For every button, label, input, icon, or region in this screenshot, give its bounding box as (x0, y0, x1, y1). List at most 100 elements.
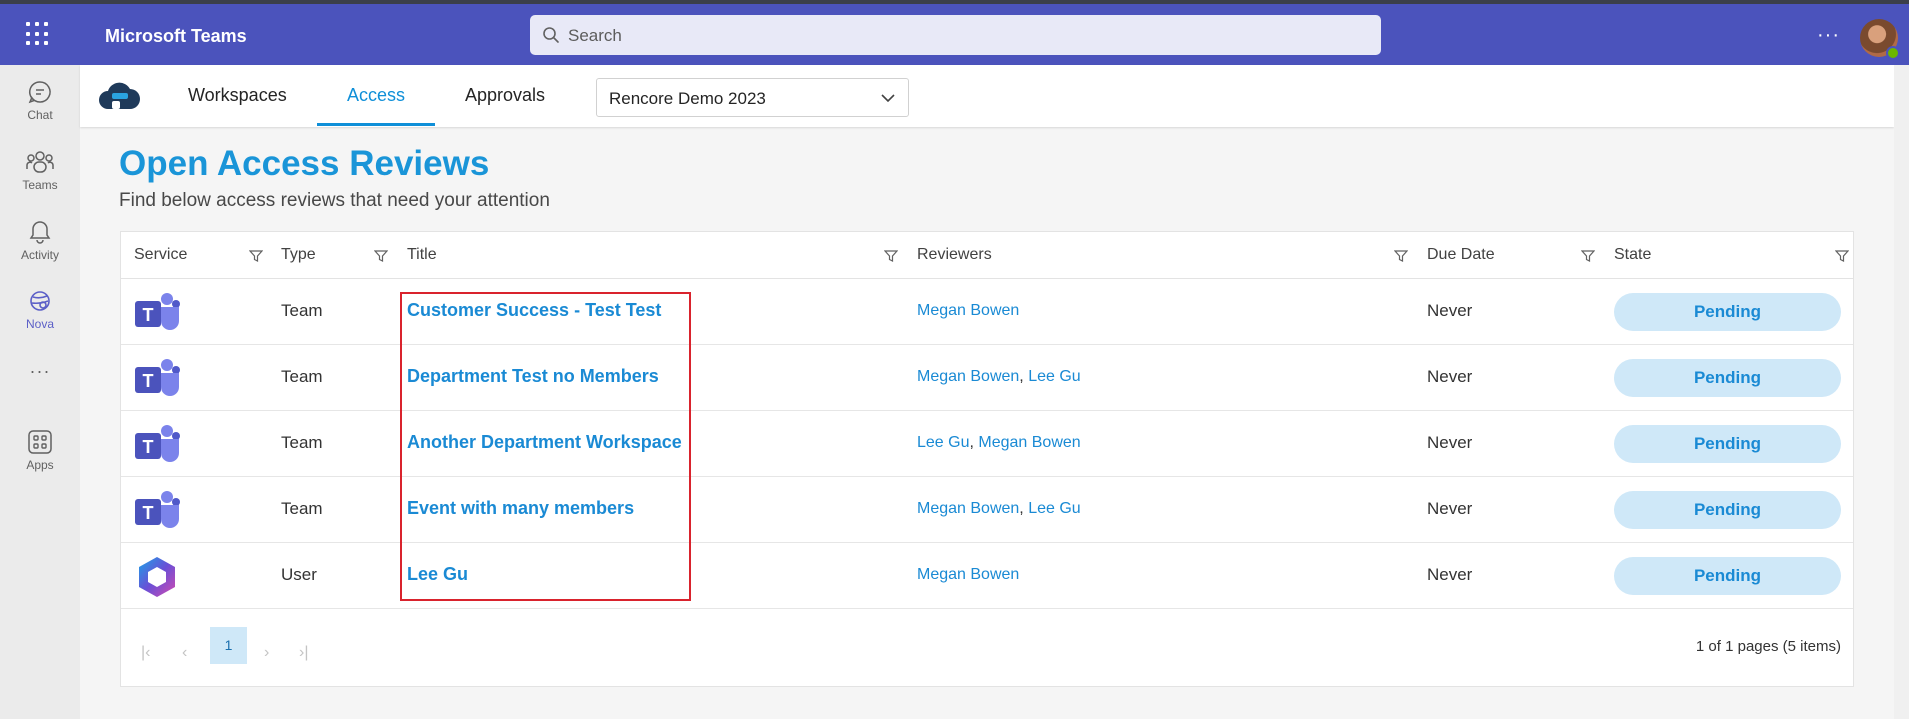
rail-label-apps: Apps (26, 458, 54, 472)
filter-icon[interactable] (1835, 249, 1849, 263)
search-icon (543, 27, 559, 43)
teams-icon: T (135, 425, 180, 462)
rail-item-apps[interactable]: Apps (0, 429, 80, 472)
apps-icon (28, 430, 52, 454)
table-row[interactable]: T Team Event with many members Megan Bow… (121, 477, 1853, 543)
teams-icon: T (135, 359, 180, 396)
row-type: User (281, 565, 317, 584)
last-page-icon[interactable]: ›| (299, 644, 308, 662)
rail-label-teams: Teams (22, 178, 58, 192)
first-page-icon[interactable]: |‹ (141, 644, 150, 662)
row-reviewers: Megan Bowen, Lee Gu (917, 368, 1081, 385)
table-header: Service Type Title Reviewers Due Date St… (121, 232, 1853, 279)
chevron-down-icon (881, 94, 895, 103)
app-title: Microsoft Teams (105, 26, 247, 46)
reviewer-link[interactable]: Lee Gu (1028, 500, 1080, 517)
teams-icon: T (135, 491, 180, 528)
rail-item-nova[interactable]: Nova (0, 288, 80, 331)
reviewer-link[interactable]: Megan Bowen (917, 368, 1019, 385)
rail-label-activity: Activity (20, 248, 59, 262)
row-reviewers: Megan Bowen (917, 302, 1019, 320)
teams-icon (26, 151, 54, 173)
row-reviewers: Megan Bowen, Lee Gu (917, 500, 1081, 517)
reviewer-link[interactable]: Lee Gu (1028, 368, 1080, 385)
access-reviews-table: Service Type Title Reviewers Due Date St… (120, 231, 1854, 687)
title-column-highlight (400, 292, 691, 601)
state-pending-button[interactable]: Pending (1614, 293, 1841, 331)
row-reviewers: Megan Bowen (917, 566, 1019, 584)
pager-info: 1 of 1 pages (5 items) (1695, 638, 1841, 655)
filter-icon[interactable] (374, 249, 388, 263)
page-title: Open Access Reviews (119, 144, 490, 183)
chat-icon (28, 81, 51, 104)
rail-label-chat: Chat (27, 108, 53, 122)
pager: |‹ ‹ 1 › ›| 1 of 1 pages (5 items) (121, 616, 1853, 686)
page-scrollbar[interactable] (1894, 65, 1909, 719)
reviewer-link[interactable]: Megan Bowen (917, 566, 1019, 583)
table-row[interactable]: T Team Department Test no Members Megan … (121, 345, 1853, 411)
rencore-logo-icon (99, 82, 140, 109)
row-type: Team (281, 433, 323, 452)
row-due-date: Never (1427, 367, 1473, 386)
column-header-reviewers[interactable]: Reviewers (917, 246, 992, 264)
tenant-select[interactable]: Rencore Demo 2023 (596, 78, 909, 117)
app-launcher-icon[interactable] (26, 22, 50, 46)
state-pending-button[interactable]: Pending (1614, 425, 1841, 463)
table-row[interactable]: T Team Another Department Workspace Lee … (121, 411, 1853, 477)
state-pending-button[interactable]: Pending (1614, 491, 1841, 529)
rail-item-more[interactable]: ··· (0, 361, 80, 382)
page-number-button[interactable]: 1 (210, 627, 247, 664)
tenant-select-value: Rencore Demo 2023 (609, 89, 766, 108)
app-header: Workspaces Access Approvals Rencore Demo… (80, 65, 1894, 127)
presence-available-icon (1886, 46, 1900, 60)
row-due-date: Never (1427, 301, 1473, 320)
reviewer-link[interactable]: Megan Bowen (917, 302, 1019, 319)
column-header-due-date[interactable]: Due Date (1427, 246, 1495, 264)
row-reviewers: Lee Gu, Megan Bowen (917, 434, 1081, 451)
row-type: Team (281, 499, 323, 518)
svg-text:T: T (143, 371, 154, 391)
settings-more-button[interactable]: ··· (1817, 24, 1840, 47)
filter-icon[interactable] (1581, 249, 1595, 263)
search-placeholder: Search (568, 26, 622, 45)
svg-text:T: T (143, 437, 154, 457)
reviewer-link[interactable]: Lee Gu (917, 434, 969, 451)
tab-approvals[interactable]: Approvals (465, 85, 545, 106)
search-input[interactable]: Search (530, 15, 1381, 55)
tab-workspaces[interactable]: Workspaces (188, 85, 287, 106)
column-header-state[interactable]: State (1614, 246, 1651, 264)
next-page-icon[interactable]: › (264, 644, 269, 662)
reviewer-link[interactable]: Megan Bowen (917, 500, 1019, 517)
state-pending-button[interactable]: Pending (1614, 359, 1841, 397)
bell-icon (29, 221, 51, 244)
active-tab-indicator (317, 123, 435, 126)
rail-item-activity[interactable]: Activity (0, 219, 80, 262)
table-row[interactable]: User Lee Gu Megan Bowen Never Pending (121, 543, 1853, 609)
teams-icon: T (135, 293, 180, 330)
tab-access[interactable]: Access (347, 85, 405, 106)
rail-label-nova: Nova (25, 317, 54, 331)
m365-icon (139, 557, 175, 597)
filter-icon[interactable] (1394, 249, 1408, 263)
filter-icon[interactable] (249, 249, 263, 263)
rail-item-chat[interactable]: Chat (0, 79, 80, 122)
row-due-date: Never (1427, 433, 1473, 452)
filter-icon[interactable] (884, 249, 898, 263)
page-subtitle: Find below access reviews that need your… (119, 190, 550, 211)
state-pending-button[interactable]: Pending (1614, 557, 1841, 595)
column-header-service[interactable]: Service (134, 246, 187, 264)
row-due-date: Never (1427, 499, 1473, 518)
svg-text:T: T (143, 305, 154, 325)
row-due-date: Never (1427, 565, 1473, 584)
teams-top-bar: Microsoft Teams Search ··· (0, 4, 1909, 65)
svg-text:T: T (143, 503, 154, 523)
rail-item-teams[interactable]: Teams (0, 149, 80, 192)
row-type: Team (281, 301, 323, 320)
reviewer-link[interactable]: Megan Bowen (978, 434, 1080, 451)
column-header-type[interactable]: Type (281, 246, 316, 264)
nova-icon (30, 291, 50, 311)
table-row[interactable]: T Team Customer Success - Test Test Mega… (121, 279, 1853, 345)
app-rail: Chat Teams Activity Nova ··· Apps (0, 65, 80, 719)
column-header-title[interactable]: Title (407, 246, 437, 264)
prev-page-icon[interactable]: ‹ (182, 644, 187, 662)
